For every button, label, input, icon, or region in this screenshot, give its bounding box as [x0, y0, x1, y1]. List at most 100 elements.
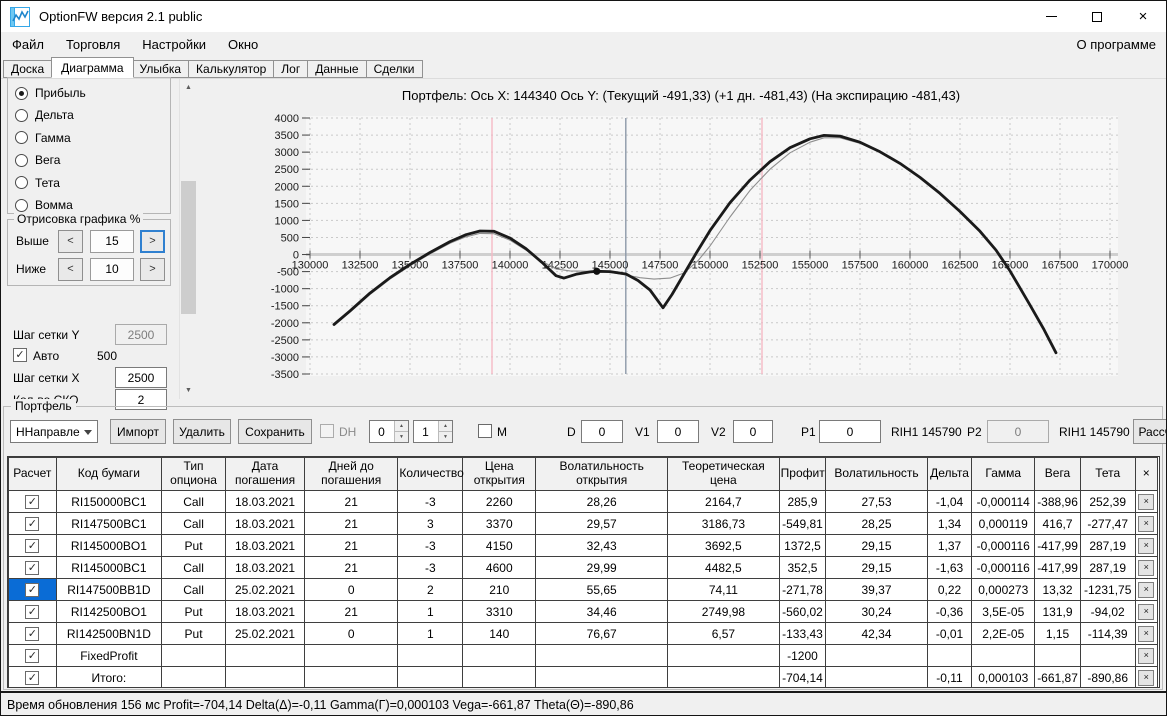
below-increase-button[interactable]: > [140, 258, 165, 281]
table-row[interactable]: ✓ RI147500BB1D Call 25.02.2021 0 2 210 55,65 74,… [8, 578, 1159, 601]
row-checkbox[interactable]: ✓ [25, 671, 40, 686]
cell[interactable]: 18.03.2021 [224, 534, 306, 557]
cell[interactable] [535, 644, 669, 667]
cell[interactable]: -0,36 [926, 600, 973, 623]
radio-gamma[interactable]: Гамма [15, 129, 71, 147]
cell[interactable]: 4150 [462, 534, 537, 557]
column-header[interactable]: Количество [397, 457, 464, 491]
spin-down-icon[interactable]: ▼ [438, 431, 452, 442]
column-header[interactable]: × [1134, 457, 1159, 491]
radio-theta[interactable]: Тета [15, 174, 60, 192]
column-header[interactable]: Тета [1079, 457, 1136, 491]
cell[interactable]: -1231,75 [1079, 578, 1136, 601]
tab-smile[interactable]: Улыбка [132, 60, 190, 78]
cell[interactable]: Call [161, 512, 226, 535]
cell[interactable]: 39,37 [825, 578, 928, 601]
cell[interactable]: RI147500BC1 [55, 512, 163, 535]
cell[interactable]: -704,14 [778, 666, 827, 687]
cell[interactable]: 4600 [462, 556, 537, 579]
tab-diagram[interactable]: Диаграмма [51, 57, 134, 78]
cell[interactable]: -3 [397, 556, 464, 579]
cell[interactable]: 252,39 [1079, 490, 1136, 513]
cell[interactable] [224, 666, 306, 687]
table-row[interactable]: ✓ RI145000BC1 Call 18.03.2021 21 -3 4600 29,99 4… [8, 556, 1159, 579]
cell[interactable]: 1 [397, 600, 464, 623]
cell[interactable]: 4482,5 [667, 556, 780, 579]
cell[interactable]: 42,34 [825, 622, 928, 645]
cell[interactable]: -1200 [778, 644, 827, 667]
cell[interactable]: 25.02.2021 [224, 578, 306, 601]
minimize-button[interactable] [1028, 1, 1074, 32]
cell[interactable]: 1,15 [1034, 622, 1081, 645]
row-checkbox[interactable]: ✓ [25, 495, 40, 510]
calc-checkbox-cell[interactable]: ✓ [8, 666, 57, 687]
cell[interactable] [304, 666, 399, 687]
below-value[interactable]: 10 [90, 258, 134, 281]
scroll-thumb[interactable] [181, 181, 196, 314]
above-decrease-button[interactable]: < [58, 230, 83, 253]
cell[interactable] [667, 644, 780, 667]
table-row[interactable]: ✓ RI142500BO1 Put 18.03.2021 21 1 3310 34,46 274… [8, 600, 1159, 623]
cell[interactable]: Call [161, 490, 226, 513]
cell[interactable]: RI147500BB1D [55, 578, 163, 601]
row-delete-button[interactable]: × [1138, 669, 1155, 686]
menu-file[interactable]: Файл [1, 32, 55, 57]
cell[interactable]: 287,19 [1079, 556, 1136, 579]
column-header[interactable]: Код бумаги [55, 457, 163, 491]
tab-calculator[interactable]: Калькулятор [189, 60, 275, 78]
panel-scrollbar[interactable]: ▲ ▼ [179, 79, 196, 399]
column-header[interactable]: Цена открытия [462, 457, 537, 491]
cell[interactable]: 210 [462, 578, 537, 601]
cell[interactable]: -661,87 [1034, 666, 1081, 687]
cell[interactable]: 0 [304, 622, 399, 645]
cell[interactable]: 416,7 [1034, 512, 1081, 535]
grid-step-y-input[interactable]: 2500 [115, 324, 167, 345]
calc-checkbox-cell[interactable]: ✓ [8, 622, 57, 645]
dh-checkbox[interactable] [320, 424, 334, 438]
cell[interactable]: 0,000119 [971, 512, 1036, 535]
column-header[interactable]: Теоретическая цена [667, 457, 780, 491]
row-delete-button[interactable]: × [1138, 603, 1155, 620]
cell[interactable]: RI145000BC1 [55, 556, 163, 579]
column-header[interactable]: Вега [1034, 457, 1081, 491]
cell[interactable]: 18.03.2021 [224, 490, 306, 513]
table-row[interactable]: ✓ Итого: -704,14 -0,11 0,000103 -661,87 -890,8… [8, 666, 1159, 687]
cell[interactable]: 21 [304, 534, 399, 557]
cell[interactable]: 32,43 [535, 534, 669, 557]
column-header[interactable]: Дельта [926, 457, 973, 491]
tab-data[interactable]: Данные [308, 60, 367, 78]
calc-checkbox-cell[interactable]: ✓ [8, 556, 57, 579]
chart-plot[interactable]: -3500-3000-2500-2000-1500-1000-500050010… [200, 106, 1165, 396]
cell[interactable]: 21 [304, 490, 399, 513]
d-input[interactable]: 0 [581, 420, 623, 443]
cell[interactable]: 29,99 [535, 556, 669, 579]
cell[interactable]: 3186,73 [667, 512, 780, 535]
column-header[interactable]: Волатильность [825, 457, 928, 491]
calc-checkbox-cell[interactable]: ✓ [8, 512, 57, 535]
row-checkbox[interactable]: ✓ [25, 561, 40, 576]
cell[interactable] [535, 666, 669, 687]
cell[interactable]: 3 [397, 512, 464, 535]
cell[interactable]: 1,34 [926, 512, 973, 535]
cell[interactable]: 1,37 [926, 534, 973, 557]
cell[interactable]: -114,39 [1079, 622, 1136, 645]
cell[interactable] [462, 644, 537, 667]
m-checkbox[interactable] [478, 424, 492, 438]
cell[interactable]: -560,02 [778, 600, 827, 623]
row-delete-button[interactable]: × [1138, 515, 1155, 532]
cell[interactable]: 21 [304, 556, 399, 579]
cell[interactable] [1079, 644, 1136, 667]
radio-profit[interactable]: Прибыль [15, 84, 86, 102]
menu-trading[interactable]: Торговля [55, 32, 131, 57]
column-header[interactable]: Тип опциона [161, 457, 226, 491]
direction-select[interactable]: ННаправле [10, 420, 98, 443]
cell[interactable]: 3370 [462, 512, 537, 535]
row-checkbox[interactable]: ✓ [25, 627, 40, 642]
cell[interactable]: 287,19 [1079, 534, 1136, 557]
cell[interactable]: 76,67 [535, 622, 669, 645]
cell[interactable]: -1,04 [926, 490, 973, 513]
menu-settings[interactable]: Настройки [131, 32, 217, 57]
dh-spinner-1[interactable]: 0 ▲ ▼ [369, 420, 409, 443]
row-delete-button[interactable]: × [1138, 493, 1155, 510]
row-checkbox[interactable]: ✓ [25, 649, 40, 664]
